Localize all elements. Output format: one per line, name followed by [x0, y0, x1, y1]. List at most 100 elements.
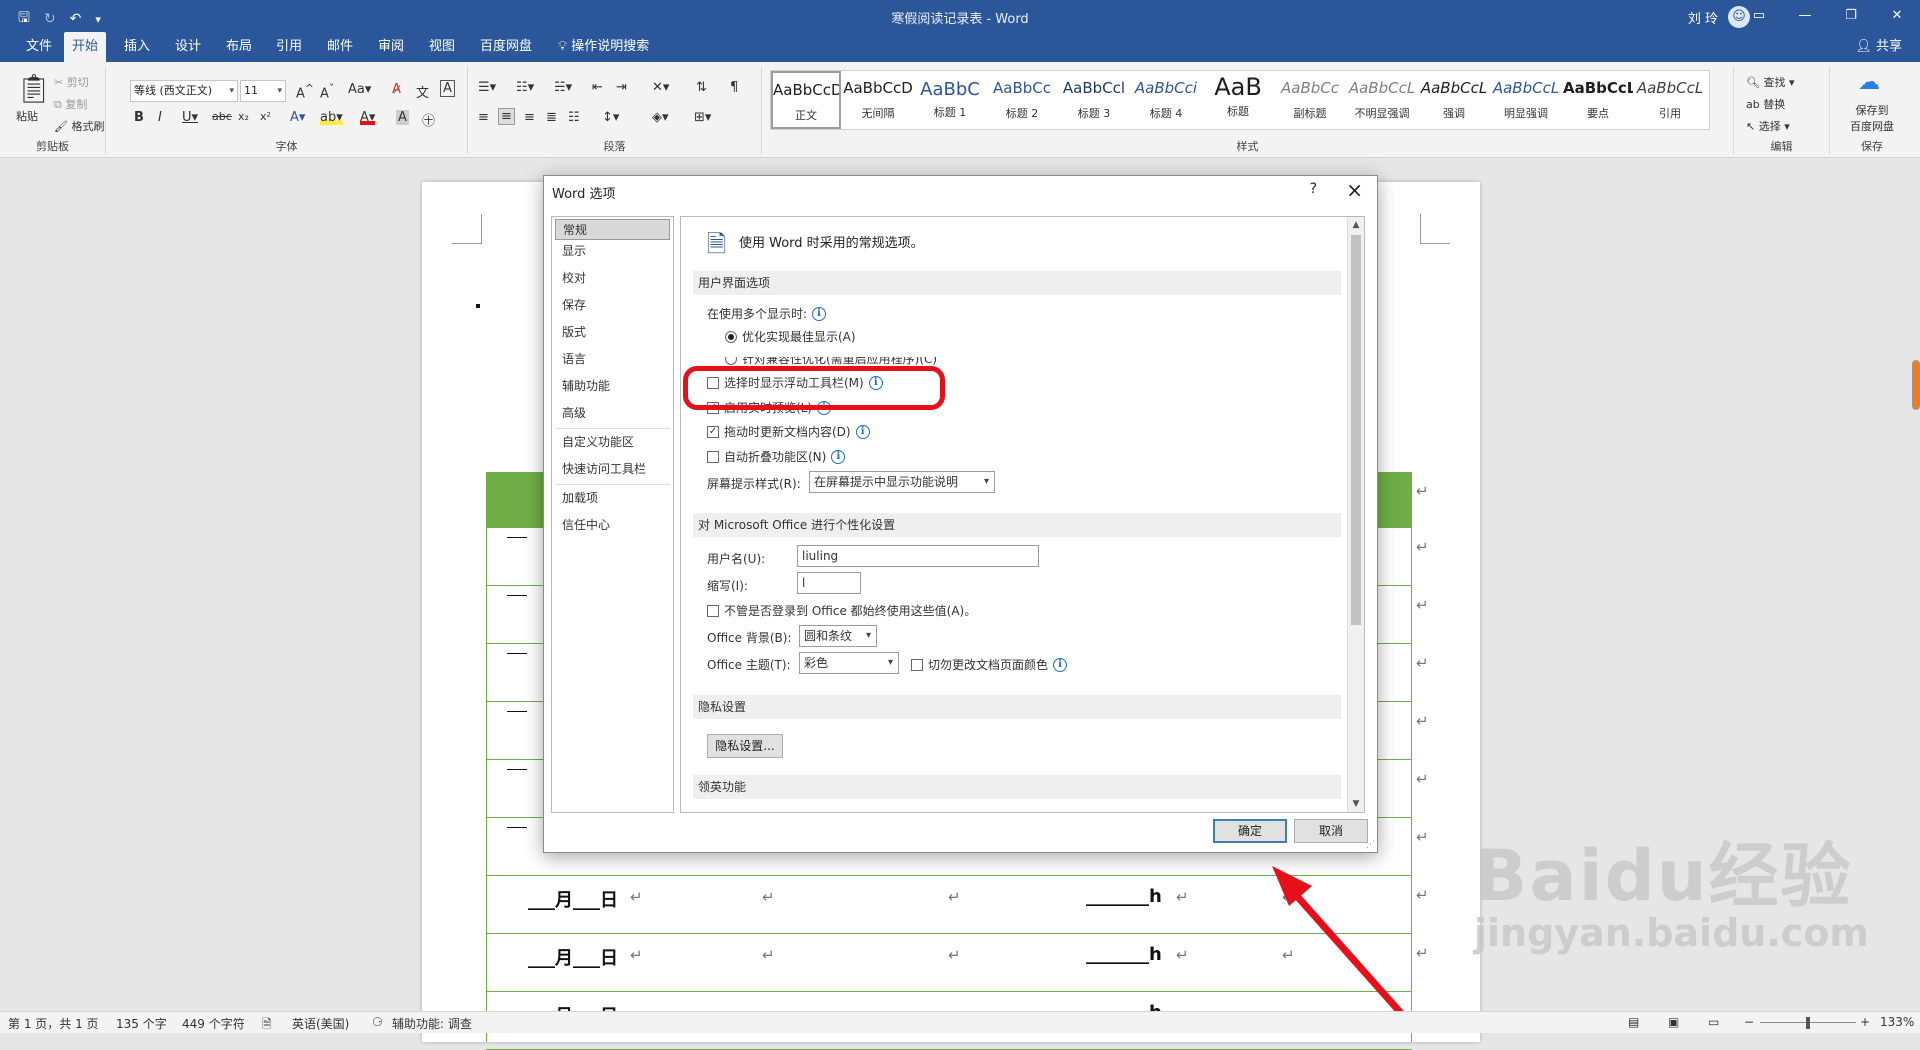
paste-button[interactable]: 粘贴 [16, 108, 38, 124]
align-center-icon[interactable]: ≡ [498, 108, 515, 125]
content-scrollbar[interactable]: ▲ ▼ [1347, 217, 1364, 812]
checkbox-always-use[interactable]: 不管是否登录到 Office 都始终使用这些值(A)。 [707, 602, 976, 619]
style-subtitle[interactable]: AaBbCc 副标题 [1275, 71, 1345, 129]
dialog-close-icon[interactable]: × [1346, 178, 1363, 202]
info-icon[interactable]: i [1053, 657, 1068, 672]
phonetic-guide-icon[interactable]: 文 [416, 82, 429, 101]
tell-me-search[interactable]: 💡︎ 操作说明搜索 [550, 32, 657, 62]
style-heading-3[interactable]: AaBbCcl 标题 3 [1059, 71, 1129, 129]
highlight-icon[interactable]: ab▾ [320, 110, 343, 125]
superscript-icon[interactable]: x² [260, 110, 271, 123]
tab-baidu-netdisk[interactable]: 百度网盘 [472, 32, 540, 62]
format-painter-button[interactable]: 🖌︎ 格式刷 [54, 118, 104, 134]
nav-typography[interactable]: 版式 [555, 322, 670, 343]
scroll-down-icon[interactable]: ▼ [1348, 796, 1364, 812]
info-icon[interactable]: i [855, 424, 870, 439]
character-shading-icon[interactable]: A [396, 110, 409, 125]
style-emphasis[interactable]: AaBbCcL 强调 [1419, 71, 1489, 129]
nav-advanced[interactable]: 高级 [555, 403, 670, 424]
scroll-thumb[interactable] [1351, 235, 1361, 625]
shrink-font-icon[interactable]: Aˇ [320, 82, 334, 101]
zoom-out-icon[interactable]: − [1744, 1015, 1754, 1029]
nav-general[interactable]: 常规 [555, 219, 670, 240]
strikethrough-icon[interactable]: abc [212, 110, 232, 123]
increase-indent-icon[interactable]: ⇥ [616, 80, 627, 95]
italic-icon[interactable]: I [158, 110, 162, 125]
share-button[interactable]: 👤︎ 共享 [1855, 32, 1902, 62]
office-background-select[interactable]: 圆和条纹 [799, 625, 877, 647]
asian-layout-icon[interactable]: ✕▾ [652, 80, 669, 95]
checkbox-never-change-color[interactable]: 切勿更改文档页面颜色 i [911, 656, 1068, 673]
style-normal[interactable]: AaBbCcD 正文 [771, 71, 841, 129]
checkbox-collapse-ribbon[interactable]: 自动折叠功能区(N) i [707, 448, 846, 465]
copy-button[interactable]: ⧉ 复制 [54, 96, 87, 112]
save-to-netdisk-button[interactable]: 保存到 百度网盘 [1844, 102, 1900, 134]
radio-optimize-display[interactable]: 优化实现最佳显示(A) [725, 328, 856, 345]
zoom-in-icon[interactable]: + [1860, 1015, 1870, 1029]
tab-design[interactable]: 设计 [167, 32, 209, 62]
nav-accessibility[interactable]: 辅助功能 [555, 376, 670, 397]
help-icon[interactable]: ? [1310, 181, 1317, 197]
text-effects-icon[interactable]: A▾ [290, 110, 305, 125]
info-icon[interactable]: i [812, 306, 827, 321]
align-left-icon[interactable]: ≡ [478, 110, 489, 125]
tab-mailings[interactable]: 邮件 [319, 32, 361, 62]
zoom-level[interactable]: 133% [1880, 1015, 1914, 1029]
nav-language[interactable]: 语言 [555, 349, 670, 370]
nav-display[interactable]: 显示 [555, 241, 670, 262]
cancel-button[interactable]: 取消 [1294, 819, 1368, 843]
tab-references[interactable]: 引用 [268, 32, 310, 62]
style-heading-4[interactable]: AaBbCci 标题 4 [1131, 71, 1201, 129]
word-count[interactable]: 135 个字 [116, 1015, 167, 1032]
select-button[interactable]: ↖ 选择 ▾ [1746, 118, 1790, 134]
font-name-combo[interactable]: 等线 (西文正文) [130, 80, 238, 102]
bold-icon[interactable]: B [134, 110, 144, 125]
accessibility-status[interactable]: 辅助功能: 调查 [392, 1015, 472, 1032]
decrease-indent-icon[interactable]: ⇤ [592, 80, 603, 95]
privacy-settings-button[interactable]: 隐私设置... [707, 734, 783, 758]
language-indicator[interactable]: 英语(美国) [292, 1015, 349, 1032]
style-heading-1[interactable]: AaBbC 标题 1 [915, 71, 985, 129]
multilevel-list-icon[interactable]: ☵▾ [554, 80, 572, 95]
info-icon[interactable]: i [831, 449, 846, 464]
shading-icon[interactable]: ◈▾ [652, 110, 669, 125]
tab-layout[interactable]: 布局 [218, 32, 260, 62]
screentip-select[interactable]: 在屏幕提示中显示功能说明 [809, 471, 995, 493]
checkbox-drag-update[interactable]: ✓ 拖动时更新文档内容(D) i [707, 423, 870, 440]
paste-icon[interactable]: 📋︎ [16, 72, 52, 105]
username-input[interactable]: liuling [797, 545, 1039, 567]
tab-file[interactable]: 文件 [18, 32, 60, 62]
page-count[interactable]: 第 1 页，共 1 页 [8, 1015, 99, 1032]
nav-quick-access-toolbar[interactable]: 快速访问工具栏 [555, 459, 670, 480]
radio-optimize-compat[interactable]: 针对兼容性优化(需重启应用程序)(C) [725, 357, 937, 367]
style-subtle-emphasis[interactable]: AaBbCcL 不明显强调 [1347, 71, 1417, 129]
char-count[interactable]: 449 个字符 [182, 1015, 245, 1032]
nav-customize-ribbon[interactable]: 自定义功能区 [555, 432, 670, 453]
tab-review[interactable]: 审阅 [370, 32, 412, 62]
nav-trust-center[interactable]: 信任中心 [555, 515, 670, 536]
restore-icon[interactable]: ❐ [1828, 0, 1874, 32]
font-size-combo[interactable]: 11 [240, 80, 286, 102]
bullets-icon[interactable]: ☰▾ [478, 80, 496, 95]
show-marks-icon[interactable]: ¶ [730, 80, 738, 95]
nav-add-ins[interactable]: 加载项 [555, 488, 670, 509]
justify-icon[interactable]: ≣ [546, 110, 557, 125]
initials-input[interactable]: l [797, 572, 861, 594]
align-right-icon[interactable]: ≡ [524, 110, 535, 125]
cut-button[interactable]: ✂ 剪切 [54, 74, 89, 90]
minimize-icon[interactable]: — [1782, 0, 1828, 32]
underline-icon[interactable]: U▾ [182, 110, 198, 125]
style-heading-2[interactable]: AaBbCc 标题 2 [987, 71, 1057, 129]
distributed-icon[interactable]: ☷ [568, 110, 580, 125]
tab-view[interactable]: 视图 [421, 32, 463, 62]
sort-icon[interactable]: ⇅ [696, 80, 707, 95]
read-mode-icon[interactable]: ▤ [1628, 1015, 1639, 1029]
tab-insert[interactable]: 插入 [116, 32, 158, 62]
tab-home[interactable]: 开始 [64, 32, 107, 62]
numbering-icon[interactable]: ☷▾ [516, 80, 534, 95]
zoom-slider-thumb[interactable] [1806, 1017, 1810, 1029]
vertical-scroll-indicator[interactable] [1912, 360, 1920, 410]
ribbon-display-icon[interactable]: ▭ [1736, 0, 1782, 32]
grow-font-icon[interactable]: A^ [296, 82, 314, 101]
subscript-icon[interactable]: x₂ [238, 110, 249, 123]
